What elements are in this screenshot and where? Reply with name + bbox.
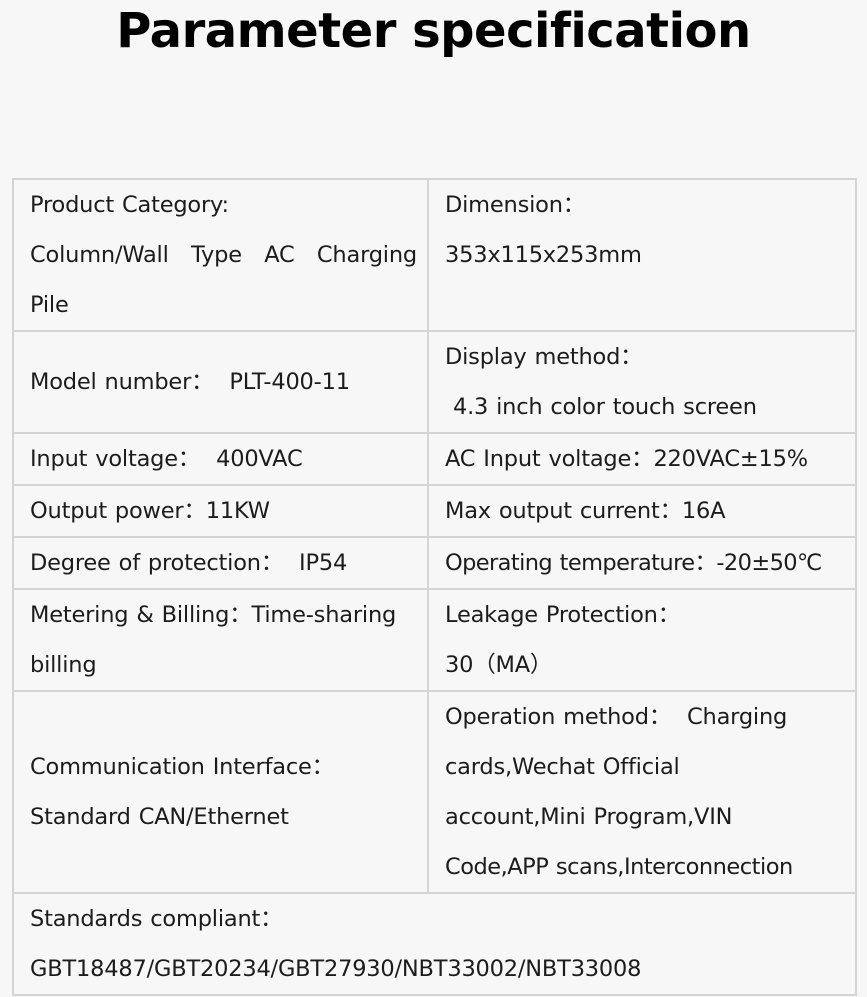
cell-line: Operation method： Charging — [445, 704, 788, 730]
cell-line: Column/Wall Type AC Charging — [30, 242, 417, 268]
operating-temperature-cell: Operating temperature：-20±50℃ — [427, 536, 857, 590]
cell-line: AC Input voltage：220VAC±15% — [445, 446, 808, 472]
table-row: Standards compliant： GBT18487/GBT20234/G… — [12, 892, 857, 996]
spec-table: Product Category: Column/Wall Type AC Ch… — [12, 178, 857, 996]
model-number-cell: Model number： PLT-400-11 — [12, 330, 429, 434]
max-output-current-cell: Max output current：16A — [427, 484, 857, 538]
cell-line: Display method： — [445, 344, 643, 370]
operation-method-cell: Operation method： Charging cards,Wechat … — [427, 690, 857, 894]
cell-line: Max output current：16A — [445, 498, 726, 524]
leakage-protection-cell: Leakage Protection： 30（MA） — [427, 588, 857, 692]
cell-line: Input voltage： 400VAC — [30, 446, 303, 472]
cell-line: Product Category: — [30, 192, 229, 218]
page-title: Parameter specification — [116, 3, 751, 59]
table-row: Model number： PLT-400-11 Display method：… — [12, 330, 857, 434]
input-voltage-cell: Input voltage： 400VAC — [12, 432, 429, 486]
cell-line: Pile — [30, 292, 69, 318]
cell-line: Degree of protection： IP54 — [30, 550, 348, 576]
cell-line: Communication Interface： — [30, 754, 334, 780]
cell-line: account,Mini Program,VIN — [445, 804, 733, 830]
cell-line: GBT18487/GBT20234/GBT27930/NBT33002/NBT3… — [30, 956, 642, 982]
cell-line: Dimension： — [445, 192, 586, 218]
table-row: Output power：11KW Max output current：16A — [12, 484, 857, 538]
product-category-cell: Product Category: Column/Wall Type AC Ch… — [12, 178, 429, 332]
cell-line: Output power：11KW — [30, 498, 270, 524]
cell-line: Standard CAN/Ethernet — [30, 804, 289, 830]
cell-line: Leakage Protection： — [445, 602, 680, 628]
communication-interface-cell: Communication Interface： Standard CAN/Et… — [12, 690, 429, 894]
cell-line: Standards compliant： — [30, 906, 283, 932]
cell-line: Metering & Billing：Time-sharing — [30, 602, 397, 628]
metering-billing-cell: Metering & Billing：Time-sharing billing — [12, 588, 429, 692]
table-row: Input voltage： 400VAC AC Input voltage：2… — [12, 432, 857, 486]
table-row: Product Category: Column/Wall Type AC Ch… — [12, 178, 857, 332]
cell-line: Operating temperature：-20±50℃ — [445, 550, 822, 576]
display-method-cell: Display method： 4.3 inch color touch scr… — [427, 330, 857, 434]
degree-of-protection-cell: Degree of protection： IP54 — [12, 536, 429, 590]
cell-line: 4.3 inch color touch screen — [445, 394, 757, 420]
cell-line: cards,Wechat Official — [445, 754, 680, 780]
table-row: Communication Interface： Standard CAN/Et… — [12, 690, 857, 894]
cell-line: 30（MA） — [445, 652, 553, 678]
cell-line: Code,APP scans,Interconnection — [445, 854, 793, 880]
table-row: Metering & Billing：Time-sharing billing … — [12, 588, 857, 692]
standards-compliant-cell: Standards compliant： GBT18487/GBT20234/G… — [12, 892, 857, 996]
cell-line-empty — [445, 280, 845, 330]
cell-line: billing — [30, 652, 97, 678]
output-power-cell: Output power：11KW — [12, 484, 429, 538]
dimension-cell: Dimension： 353x115x253mm — [427, 178, 857, 332]
cell-line: Model number： PLT-400-11 — [30, 369, 350, 395]
ac-input-voltage-cell: AC Input voltage：220VAC±15% — [427, 432, 857, 486]
table-row: Degree of protection： IP54 Operating tem… — [12, 536, 857, 590]
cell-line: 353x115x253mm — [445, 242, 642, 268]
